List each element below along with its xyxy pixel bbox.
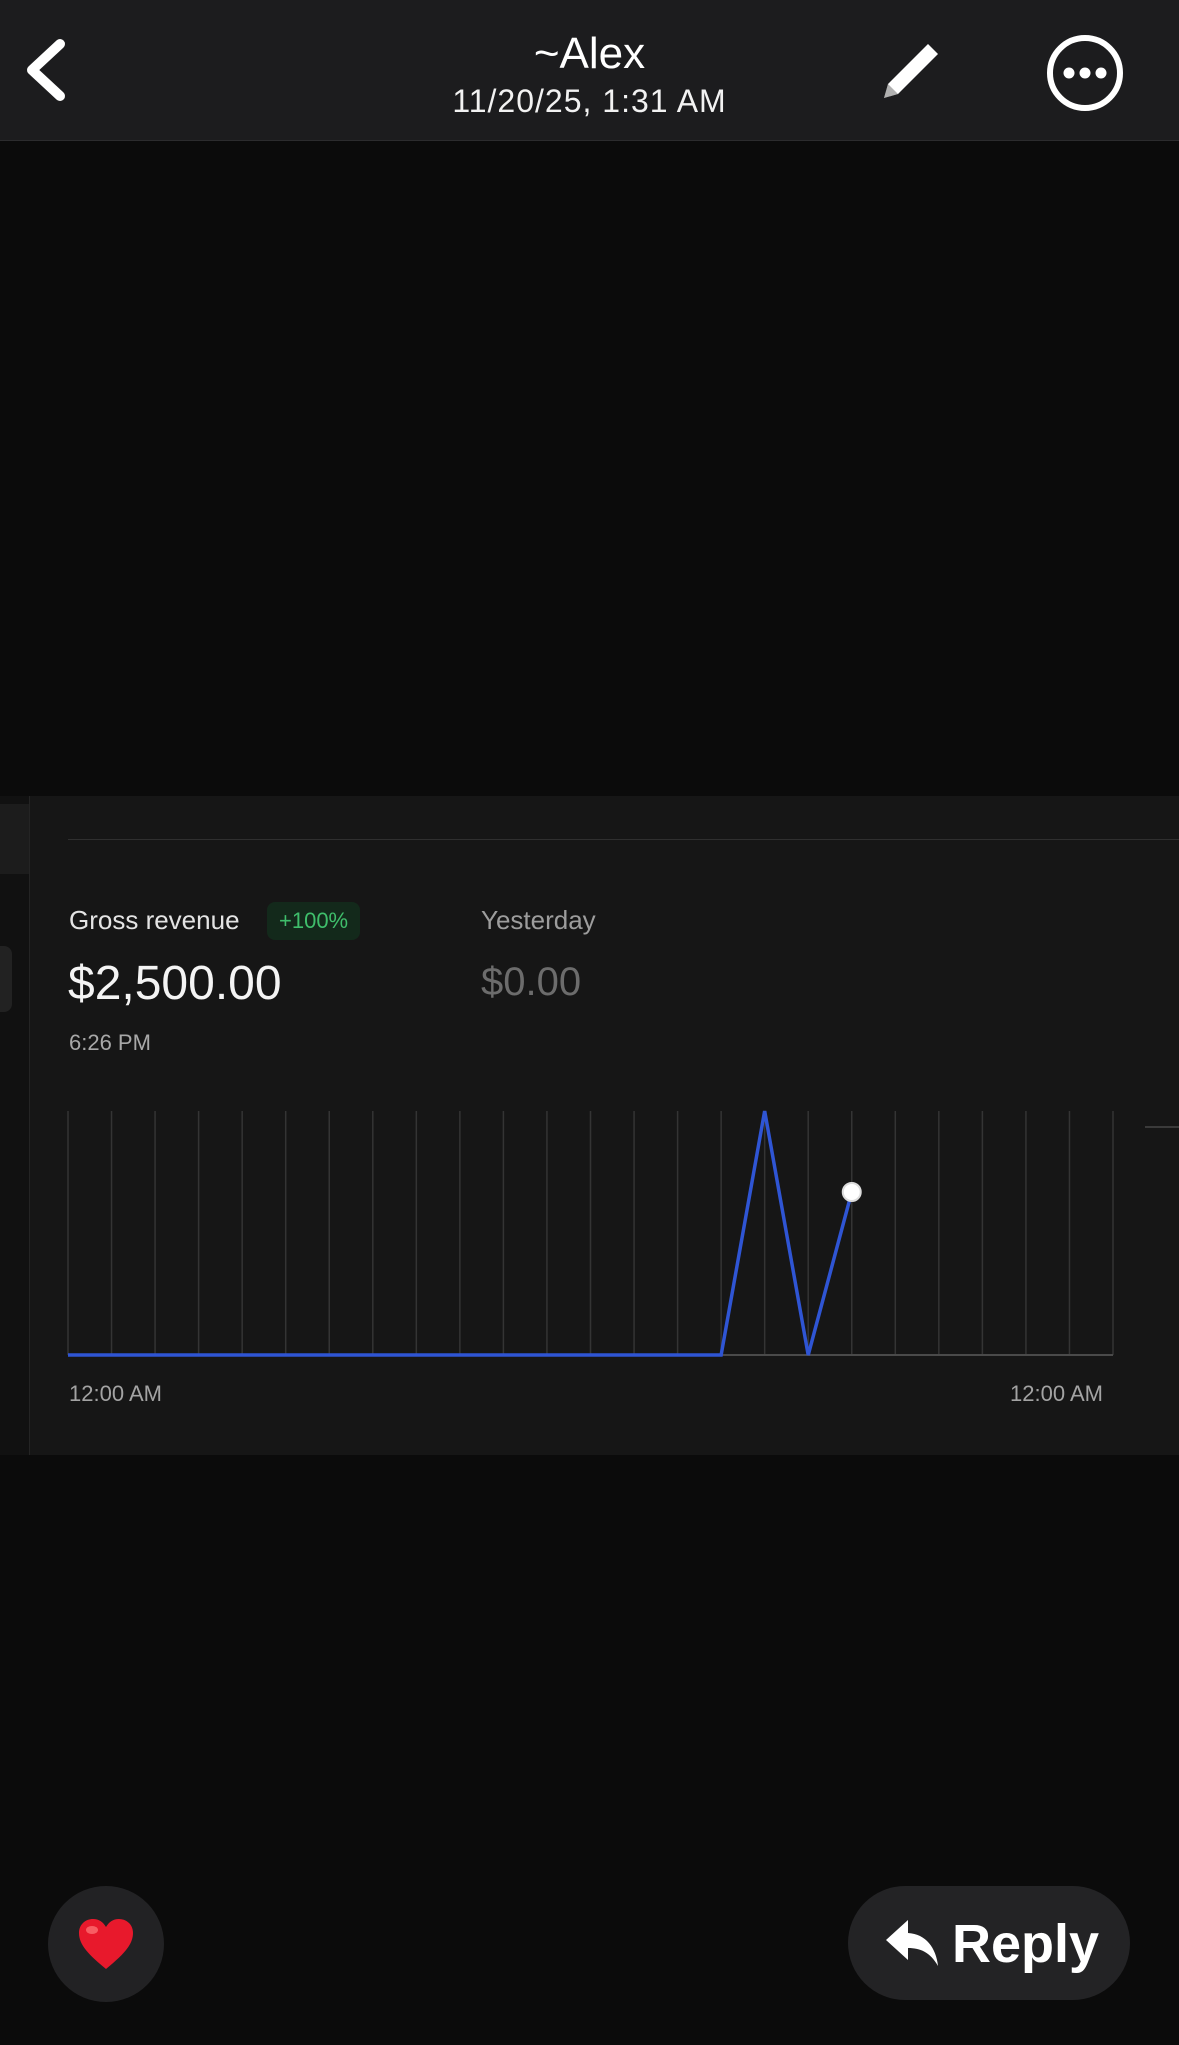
dashboard-card [0, 796, 1179, 1455]
dashboard-sidebar-edge [0, 796, 30, 1455]
more-options-button[interactable] [1040, 28, 1130, 118]
x-axis-start-label: 12:00 AM [69, 1381, 162, 1406]
gross-revenue-label: Gross revenue [69, 905, 240, 935]
yesterday-value: $0.00 [481, 960, 582, 1004]
yesterday-label: Yesterday [481, 905, 596, 935]
reply-arrow-icon [886, 1920, 938, 1966]
edit-button[interactable] [870, 30, 950, 110]
heart-icon [79, 1919, 133, 1969]
change-badge: +100% [267, 902, 361, 940]
x-axis-end-label: 12:00 AM [1010, 1381, 1103, 1406]
top-nav-bar: ~Alex 11/20/25, 1:31 AM [0, 0, 1179, 141]
reply-button[interactable]: Reply [848, 1886, 1130, 2000]
sidebar-pill-fragment [0, 946, 12, 1012]
card-divider [68, 839, 1179, 840]
like-button[interactable] [48, 1886, 164, 2002]
photo-letterbox-top [0, 141, 1179, 796]
ellipsis-circle-icon [1047, 35, 1123, 111]
gross-revenue-time: 6:26 PM [69, 1030, 151, 1055]
sender-name: ~Alex [533, 29, 646, 78]
sidebar-tab-fragment [0, 804, 29, 874]
pencil-icon [884, 44, 938, 98]
reply-label: Reply [952, 1914, 1100, 1974]
gross-revenue-value: $2,500.00 [68, 957, 282, 1010]
message-timestamp: 11/20/25, 1:31 AM [452, 83, 727, 119]
